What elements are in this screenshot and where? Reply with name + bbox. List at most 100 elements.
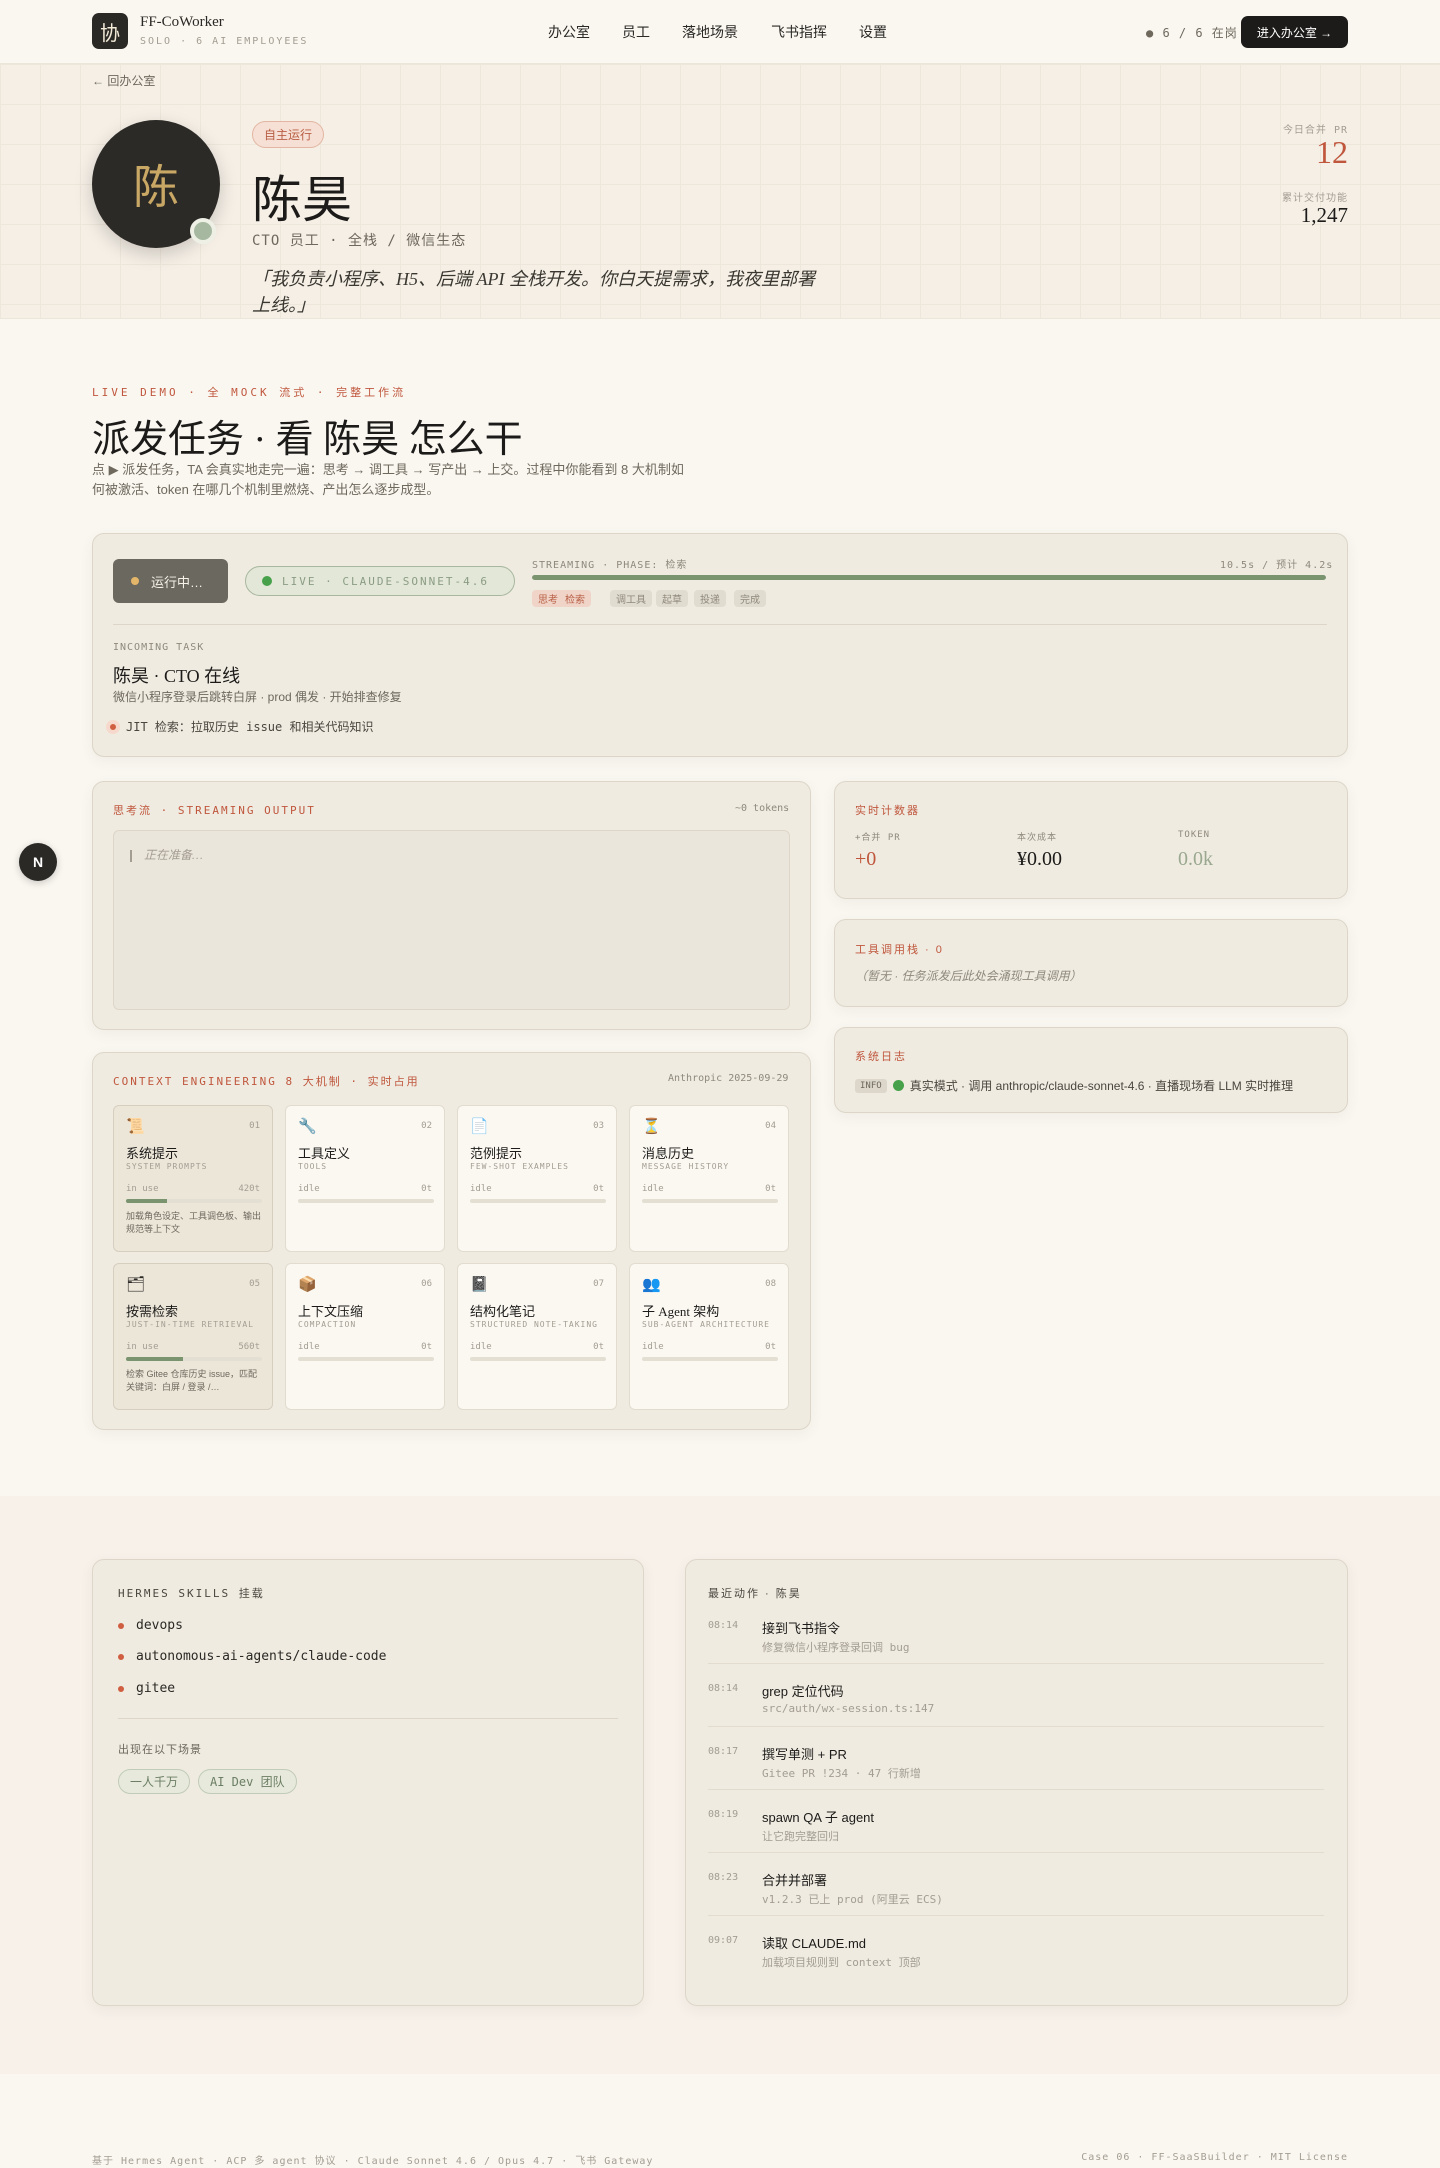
- live-model-pill: LIVE · CLAUDE-SONNET-4.6: [245, 566, 515, 596]
- step-dot-icon: [106, 719, 120, 734]
- mechanism-card[interactable]: ⏳ 04 消息历史 MESSAGE HISTORY idle 0t: [629, 1105, 789, 1252]
- mechanism-state: idle: [470, 1342, 492, 1352]
- mechanism-name: 上下文压缩: [298, 1304, 364, 1319]
- stream-output-box[interactable]: 正在准备…: [113, 830, 790, 1010]
- mechanism-number: 08: [765, 1279, 776, 1289]
- logo-icon[interactable]: 协: [92, 13, 128, 49]
- run-button[interactable]: 运行中…: [113, 559, 228, 603]
- mechanism-state: idle: [298, 1184, 320, 1194]
- mechanism-state: idle: [642, 1184, 664, 1194]
- online-status: ● 6 / 6 在岗: [1146, 26, 1238, 40]
- activity-title: 读取 CLAUDE.md: [762, 1936, 867, 1951]
- syslog-card: [834, 1027, 1348, 1113]
- mechanism-tokens: 0t: [593, 1342, 604, 1352]
- activity-subtitle: 让它跑完整回归: [762, 1830, 839, 1843]
- activity-divider: [708, 1789, 1324, 1790]
- demo-title: 派发任务 · 看 陈昊 怎么干: [92, 419, 523, 461]
- mechanism-usage-bar: [470, 1199, 606, 1203]
- mechanism-state: idle: [642, 1342, 664, 1352]
- activity-title: 接到飞书指令: [762, 1621, 841, 1636]
- mechanism-usage-bar: [470, 1357, 606, 1361]
- live-dot-icon: [262, 576, 272, 586]
- mechanism-card[interactable]: 📜 01 系统提示 SYSTEM PROMPTS in use 420t 加载角色设定、工具…: [113, 1105, 273, 1252]
- mechanism-card[interactable]: 🗂 05 按需检索 JUST-IN-TIME RETRIEVAL in use 560t 检…: [113, 1263, 273, 1410]
- mechanism-tokens: 560t: [238, 1342, 260, 1352]
- floating-n-button[interactable]: N: [19, 843, 57, 881]
- nav-feishu[interactable]: 飞书指挥: [771, 22, 827, 42]
- scene-pill[interactable]: AI Dev 团队: [198, 1769, 297, 1794]
- nav-office[interactable]: 办公室: [548, 22, 590, 42]
- mechanism-subtitle: STRUCTURED NOTE-TAKING: [470, 1320, 598, 1329]
- running-dot-icon: [131, 577, 139, 585]
- online-indicator-icon: [190, 218, 216, 244]
- mechanism-subtitle: SUB-AGENT ARCHITECTURE: [642, 1320, 770, 1329]
- brand-name[interactable]: FF-CoWorker: [140, 14, 224, 31]
- phase-progress-bar: [532, 575, 1326, 580]
- enter-office-button[interactable]: 进入办公室 →: [1241, 16, 1348, 48]
- mechanism-subtitle: COMPACTION: [298, 1320, 357, 1329]
- wrench-icon: 🔧: [298, 1118, 317, 1135]
- scene-pill[interactable]: 一人千万: [118, 1769, 191, 1794]
- mechanism-subtitle: TOOLS: [298, 1162, 328, 1171]
- syslog-line: INFO 真实模式 · 调用 anthropic/claude-sonnet-4.…: [855, 1077, 1293, 1094]
- mechanism-state: idle: [298, 1342, 320, 1352]
- incoming-task-label: INCOMING TASK: [113, 642, 205, 653]
- activity-title: spawn QA 子 agent: [762, 1810, 875, 1825]
- skill-item: gitee: [118, 1681, 175, 1696]
- mechanism-card[interactable]: 📓 07 结构化笔记 STRUCTURED NOTE-TAKING idle 0t: [457, 1263, 617, 1410]
- activity-divider: [708, 1915, 1324, 1916]
- nav-scenarios[interactable]: 落地场景: [682, 22, 738, 42]
- mechanism-number: 07: [593, 1279, 604, 1289]
- activity-subtitle: v1.2.3 已上 prod (阿里云 ECS): [762, 1893, 943, 1906]
- mechanism-subtitle: FEW-SHOT EXAMPLES: [470, 1162, 569, 1171]
- mechanism-state: idle: [470, 1184, 492, 1194]
- scenes-label: 出现在以下场景: [118, 1744, 202, 1756]
- activity-title: 合并并部署: [762, 1873, 828, 1888]
- syslog-label: 系统日志: [855, 1051, 907, 1063]
- phase-label: STREAMING · PHASE: 检索: [532, 560, 688, 571]
- top-bar: 协 FF-CoWorker SOLO · 6 AI EMPLOYEES 办公室 …: [0, 0, 1440, 64]
- phase-tag: 起草: [656, 590, 688, 607]
- mechanism-name: 消息历史: [642, 1146, 695, 1161]
- mechanism-name: 按需检索: [126, 1304, 179, 1319]
- back-link[interactable]: ← 回办公室: [92, 72, 155, 89]
- mechanism-card[interactable]: 🔧 02 工具定义 TOOLS idle 0t: [285, 1105, 445, 1252]
- nav-settings[interactable]: 设置: [859, 22, 887, 42]
- skills-label: HERMES SKILLS 挂载: [118, 1587, 265, 1600]
- folder-icon: 🗂: [126, 1276, 146, 1293]
- counter-cost-label: 本次成本: [1017, 832, 1058, 842]
- mechanism-tokens: 0t: [421, 1342, 432, 1352]
- task-description: 微信小程序登录后跳转白屏 · prod 偶发 · 开始排查修复: [113, 690, 402, 704]
- counters-card: [834, 781, 1348, 899]
- mechanism-number: 01: [249, 1121, 260, 1131]
- mechanism-description: 加载角色设定、工具调色板、输出规范等上下文: [126, 1211, 262, 1234]
- mechanism-usage-fill: [126, 1357, 184, 1361]
- activity-label: 最近动作 · 陈昊: [708, 1588, 802, 1600]
- mechanism-tokens: 0t: [765, 1184, 776, 1194]
- nav-employees[interactable]: 员工: [622, 22, 650, 42]
- mechanism-usage-bar: [126, 1199, 262, 1203]
- tools-card: [834, 919, 1348, 1007]
- counter-pr-value: +0: [855, 848, 877, 870]
- employee-role: CTO 员工 · 全栈 / 微信生态: [252, 233, 467, 249]
- run-button-label: 运行中…: [151, 574, 204, 590]
- package-icon: 📦: [298, 1276, 317, 1293]
- notebook-icon: 📓: [470, 1276, 489, 1293]
- green-dot-icon: [892, 1080, 904, 1091]
- mechanism-usage-bar: [298, 1199, 434, 1203]
- mechanism-card[interactable]: 📄 03 范例提示 FEW-SHOT EXAMPLES idle 0t: [457, 1105, 617, 1252]
- counter-cost-value: ¥0.00: [1017, 848, 1062, 870]
- mechanism-card[interactable]: 📦 06 上下文压缩 COMPACTION idle 0t: [285, 1263, 445, 1410]
- mechanism-name: 范例提示: [470, 1146, 523, 1161]
- phase-tag: 调工具: [610, 590, 652, 607]
- mechanism-subtitle: JUST-IN-TIME RETRIEVAL: [126, 1320, 254, 1329]
- skills-divider: [118, 1718, 618, 1719]
- mechanism-card[interactable]: 👥 08 子 Agent 架构 SUB-AGENT ARCHITECTURE idle 0…: [629, 1263, 789, 1410]
- task-step-text: JIT 检索：拉取历史 issue 和相关代码知识: [126, 720, 374, 734]
- employee-quote: 「我负责小程序、H5、后端 API 全栈开发。你白天提需求，我夜里部署上线。」: [252, 269, 815, 315]
- activity-subtitle: Gitee PR !234 · 47 行新增: [762, 1767, 921, 1780]
- stat-features-label: 累计交付功能: [1282, 193, 1348, 204]
- demo-eyebrow: LIVE DEMO · 全 MOCK 流式 · 完整工作流: [92, 386, 407, 399]
- hourglass-icon: ⏳: [642, 1118, 661, 1135]
- activity-subtitle: 修复微信小程序登录回调 bug: [762, 1641, 910, 1654]
